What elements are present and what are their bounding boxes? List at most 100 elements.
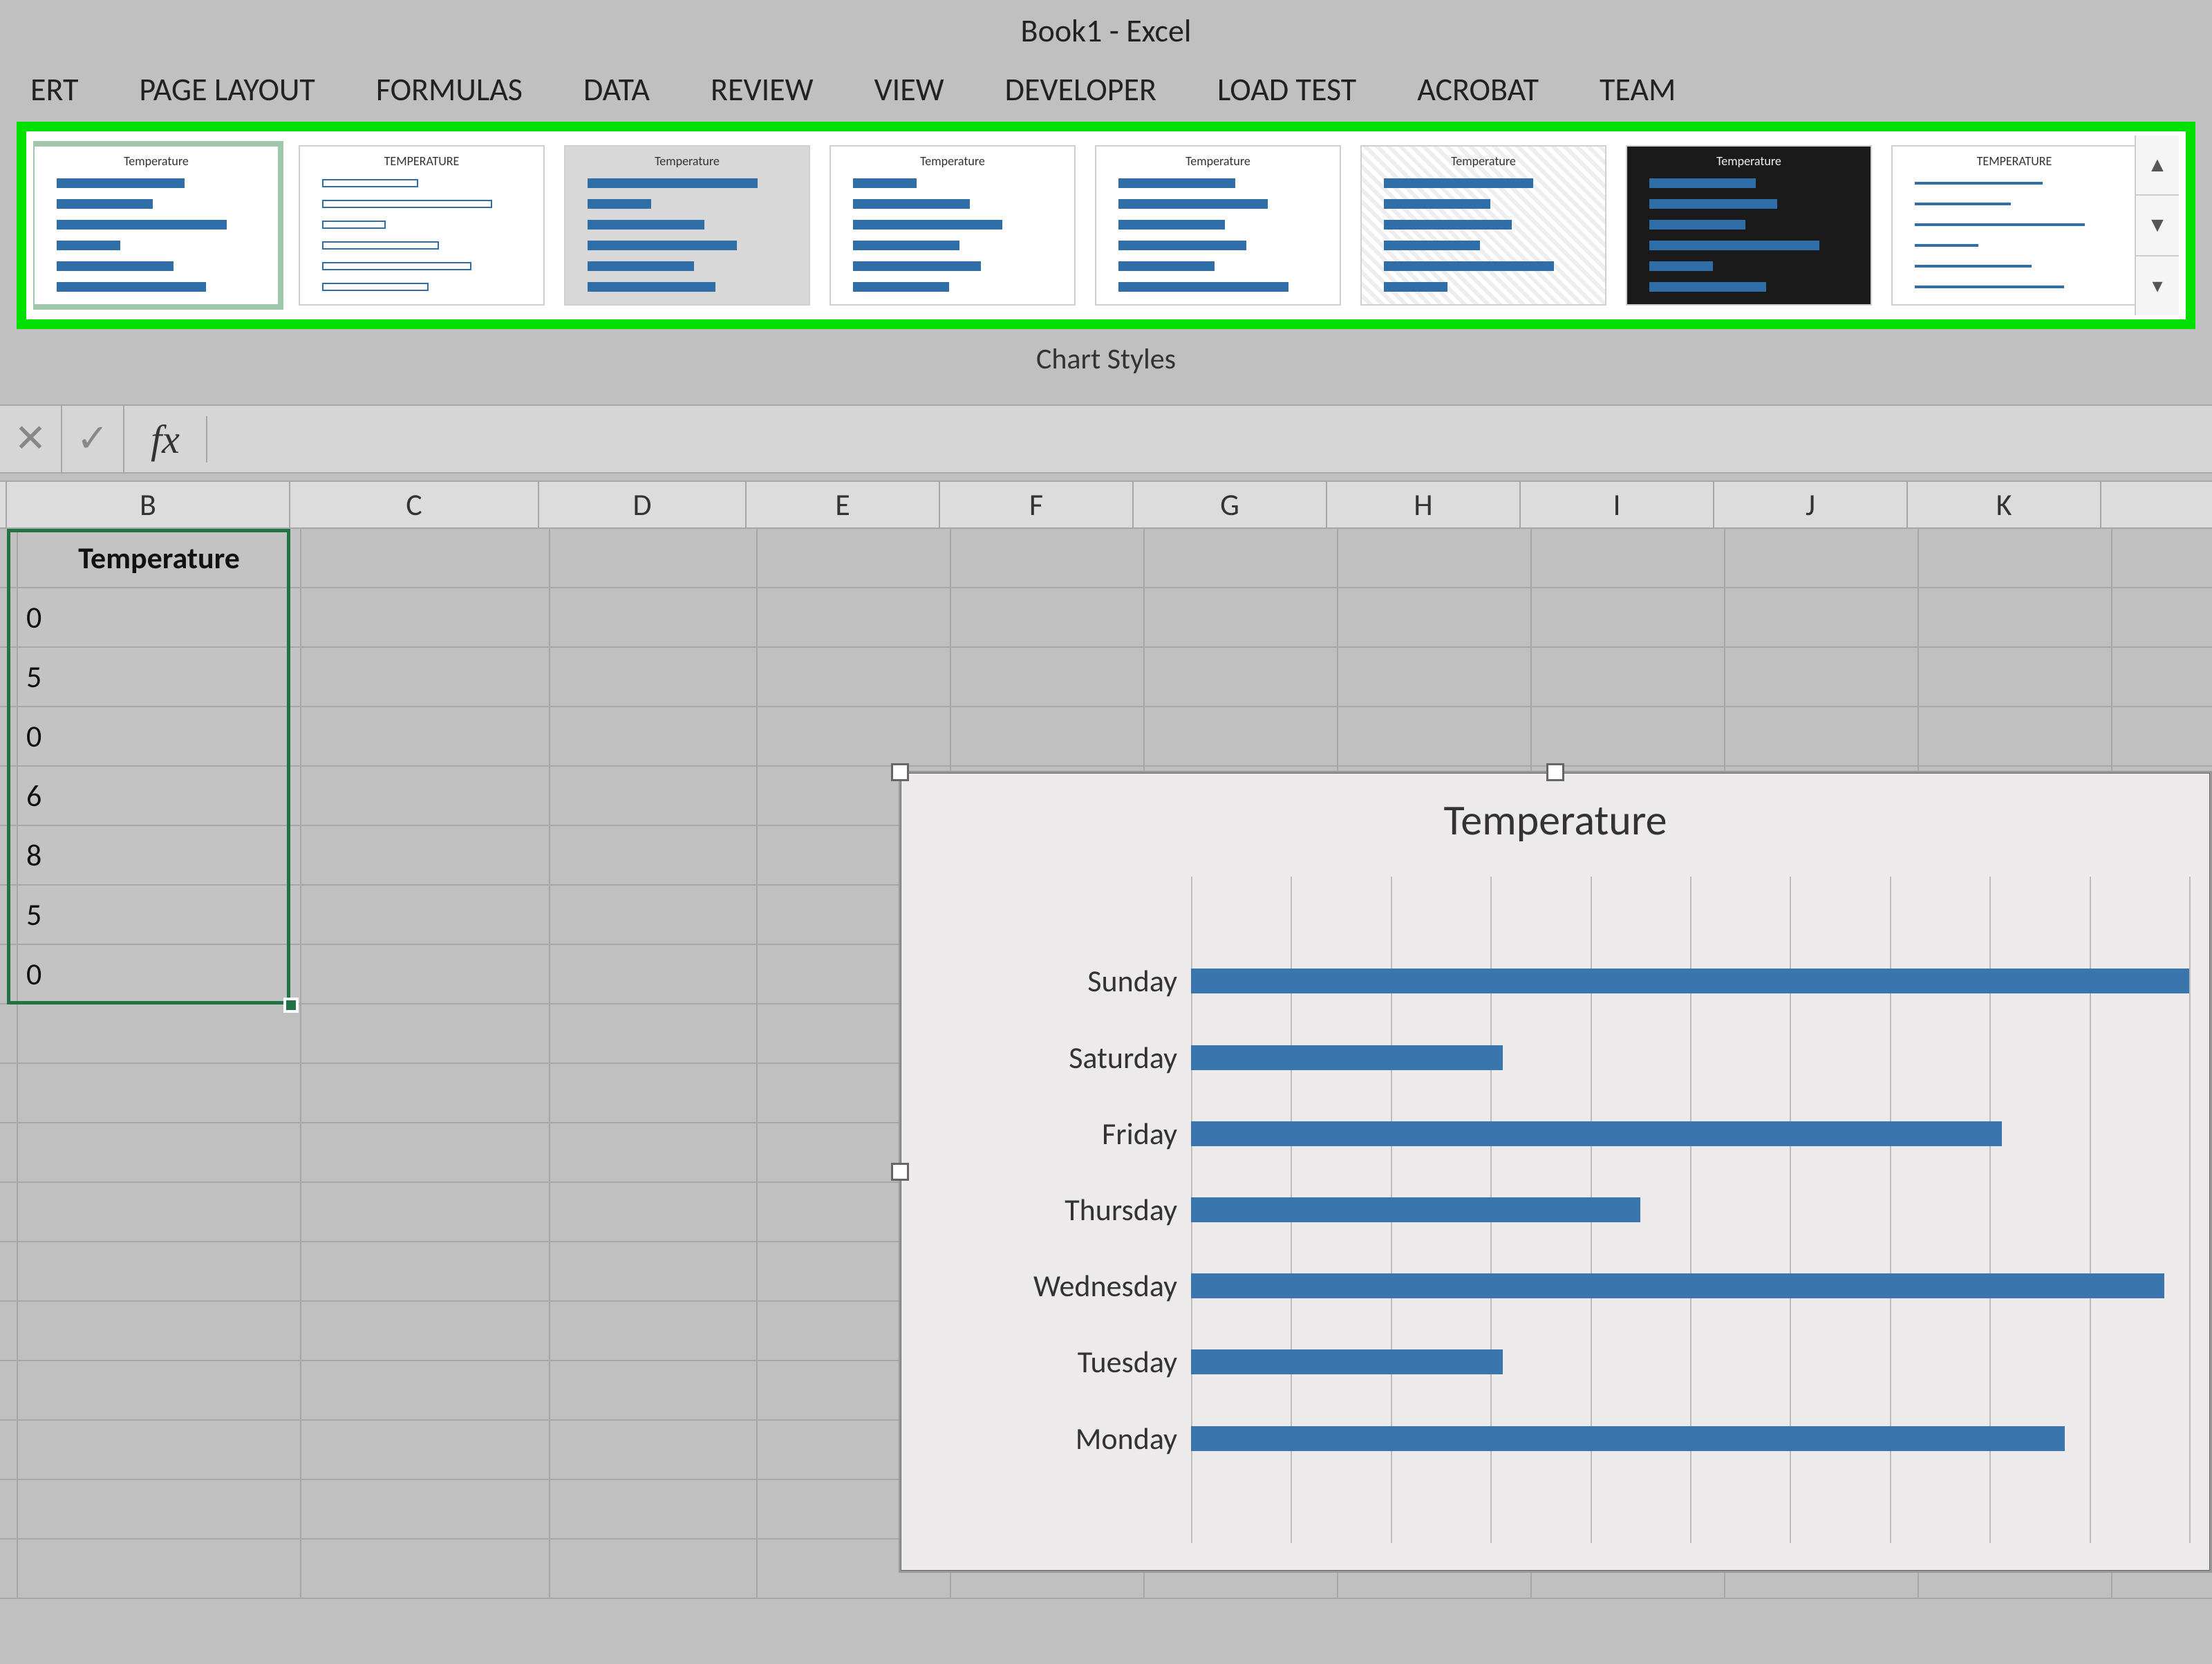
cell[interactable]: [301, 1421, 550, 1479]
cell[interactable]: [1725, 648, 1919, 706]
cell-B-header[interactable]: Temperature: [18, 529, 301, 587]
cell[interactable]: [550, 1004, 758, 1063]
cell[interactable]: [18, 1123, 301, 1181]
cell[interactable]: [0, 1064, 18, 1122]
chart-resize-handle-top-left[interactable]: [891, 763, 909, 781]
cell[interactable]: [301, 1004, 550, 1063]
cell[interactable]: [1338, 648, 1532, 706]
cell[interactable]: [0, 1421, 18, 1479]
cell[interactable]: [550, 588, 758, 646]
cell[interactable]: [550, 1480, 758, 1538]
col-header-C[interactable]: C: [290, 482, 539, 527]
cell[interactable]: [301, 1540, 550, 1598]
col-header-K[interactable]: K: [1908, 482, 2101, 527]
cell[interactable]: [550, 767, 758, 825]
cell-B3[interactable]: 5: [18, 648, 301, 706]
cell[interactable]: [301, 1183, 550, 1241]
chart-style-thumb-4[interactable]: Temperature: [830, 145, 1076, 306]
cell[interactable]: [1725, 529, 1919, 587]
formula-input[interactable]: [207, 406, 2212, 472]
cell[interactable]: [301, 1064, 550, 1122]
ribbon-tab-data[interactable]: DATA: [553, 71, 680, 109]
col-header-D[interactable]: D: [539, 482, 747, 527]
cell[interactable]: [301, 588, 550, 646]
cell[interactable]: [0, 1302, 18, 1360]
chart-bar[interactable]: [1191, 1426, 2065, 1451]
cell[interactable]: [758, 588, 951, 646]
cell[interactable]: [0, 588, 18, 646]
ribbon-tab-team[interactable]: TEAM: [1569, 71, 1706, 109]
cell-B4[interactable]: 0: [18, 707, 301, 765]
cell[interactable]: [1145, 707, 1338, 765]
cell[interactable]: [951, 707, 1145, 765]
cell[interactable]: [1919, 529, 2112, 587]
cell[interactable]: [301, 1361, 550, 1419]
cell[interactable]: [18, 1302, 301, 1360]
cell-B2[interactable]: 0: [18, 588, 301, 646]
cell[interactable]: [550, 1064, 758, 1122]
col-header-E[interactable]: E: [747, 482, 940, 527]
cell[interactable]: [0, 529, 18, 587]
worksheet-grid[interactable]: B C D E F G H I J K Temperature0506850 T…: [0, 480, 2212, 1599]
chart-bar[interactable]: [1191, 1197, 1640, 1222]
cell[interactable]: [18, 1480, 301, 1538]
chart-styles-scroll-up[interactable]: ▲: [2136, 135, 2179, 196]
cell[interactable]: [550, 1123, 758, 1181]
cell[interactable]: [0, 1004, 18, 1063]
chart-style-thumb-8[interactable]: TEMPERATURE: [1891, 145, 2135, 306]
cell[interactable]: [550, 529, 758, 587]
cell[interactable]: [1725, 707, 1919, 765]
ribbon-tab-developer[interactable]: DEVELOPER: [975, 71, 1187, 109]
cell[interactable]: [550, 886, 758, 944]
cell[interactable]: [18, 1004, 301, 1063]
cell[interactable]: [0, 1361, 18, 1419]
ribbon-tab-formulas[interactable]: FORMULAS: [346, 71, 553, 109]
col-header-H[interactable]: H: [1327, 482, 1521, 527]
col-header-B[interactable]: B: [7, 482, 290, 527]
cell[interactable]: [1145, 588, 1338, 646]
cell[interactable]: [758, 648, 951, 706]
cell[interactable]: [18, 1242, 301, 1300]
cell[interactable]: [1919, 648, 2112, 706]
cell[interactable]: [1145, 529, 1338, 587]
cell[interactable]: [1338, 529, 1532, 587]
col-header-J[interactable]: J: [1714, 482, 1908, 527]
chart-style-thumb-3[interactable]: Temperature: [564, 145, 810, 306]
cell[interactable]: [1532, 588, 1725, 646]
cell[interactable]: [0, 707, 18, 765]
cell[interactable]: [0, 648, 18, 706]
cell[interactable]: [1919, 707, 2112, 765]
cell[interactable]: [550, 1302, 758, 1360]
cell[interactable]: [550, 1183, 758, 1241]
cell[interactable]: [0, 767, 18, 825]
cell[interactable]: [1145, 648, 1338, 706]
chart-bar[interactable]: [1191, 1349, 1503, 1374]
cell[interactable]: [18, 1183, 301, 1241]
cell[interactable]: [301, 826, 550, 884]
cell[interactable]: [1725, 588, 1919, 646]
cell-B7[interactable]: 5: [18, 886, 301, 944]
chart-resize-handle-left[interactable]: [891, 1163, 909, 1181]
cell[interactable]: [758, 707, 951, 765]
cell[interactable]: [301, 1242, 550, 1300]
chart-styles-more[interactable]: ▾: [2136, 256, 2179, 315]
cell[interactable]: [301, 648, 550, 706]
cell[interactable]: [1532, 529, 1725, 587]
cell[interactable]: [758, 529, 951, 587]
cell[interactable]: [550, 648, 758, 706]
cell[interactable]: [550, 945, 758, 1003]
cell[interactable]: [0, 1183, 18, 1241]
cell[interactable]: [0, 826, 18, 884]
fx-icon[interactable]: fx: [124, 416, 207, 462]
cell[interactable]: [1532, 648, 1725, 706]
cell[interactable]: [1532, 707, 1725, 765]
cell[interactable]: [550, 707, 758, 765]
ribbon-tab-review[interactable]: REVIEW: [680, 71, 844, 109]
chart-bar[interactable]: [1191, 1121, 2002, 1146]
chart-style-thumb-7[interactable]: Temperature: [1626, 145, 1872, 306]
cell[interactable]: [301, 767, 550, 825]
ribbon-tab-load-test[interactable]: LOAD TEST: [1187, 71, 1387, 109]
ribbon-tab-acrobat[interactable]: ACROBAT: [1387, 71, 1569, 109]
cell[interactable]: [550, 1361, 758, 1419]
cell[interactable]: [951, 648, 1145, 706]
